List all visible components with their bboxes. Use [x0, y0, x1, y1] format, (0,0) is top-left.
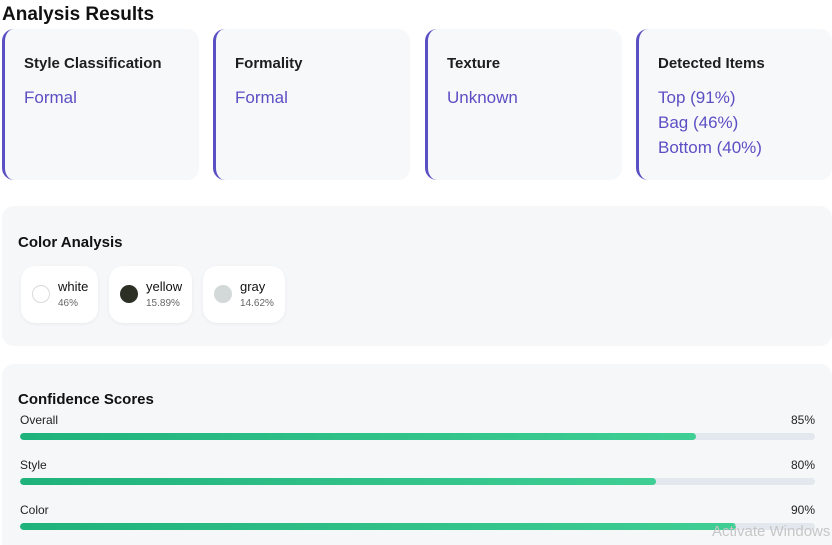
color-swatch	[32, 285, 50, 303]
card-detected-items: Detected Items Top (91%) Bag (46%) Botto…	[636, 29, 832, 180]
card-title: Formality	[235, 55, 303, 72]
color-swatch	[120, 285, 138, 303]
detected-item: Top (91%)	[658, 88, 736, 107]
color-percent: 14.62%	[240, 298, 274, 309]
color-chip-yellow: yellow 15.89%	[109, 266, 192, 323]
card-values: Unknown	[447, 85, 518, 110]
progress-fill-color	[20, 523, 736, 530]
score-percent-color: 90%	[790, 503, 815, 517]
card-texture: Texture Unknown	[425, 29, 622, 180]
confidence-title: Confidence Scores	[18, 391, 154, 408]
progress-track-style	[20, 478, 815, 485]
card-values: Formal	[235, 85, 288, 110]
score-percent-style: 80%	[790, 458, 815, 472]
card-value: Formal	[235, 88, 288, 107]
color-percent: 15.89%	[146, 298, 180, 309]
score-label-style: Style	[20, 458, 47, 472]
progress-fill-overall	[20, 433, 696, 440]
progress-fill-style	[20, 478, 656, 485]
detected-item: Bottom (40%)	[658, 138, 762, 157]
activate-windows-watermark: Activate Windows	[712, 523, 831, 540]
card-formality: Formality Formal	[213, 29, 410, 180]
color-analysis-title: Color Analysis	[18, 234, 123, 251]
color-swatch	[214, 285, 232, 303]
score-percent-overall: 85%	[790, 413, 815, 427]
detected-item: Bag (46%)	[658, 113, 739, 132]
progress-track-color	[20, 523, 815, 530]
card-title: Style Classification	[24, 55, 162, 72]
color-name: white	[58, 279, 89, 294]
card-title: Detected Items	[658, 55, 765, 72]
color-percent: 46%	[58, 298, 79, 309]
color-name: yellow	[146, 279, 183, 294]
color-chip-gray: gray 14.62%	[203, 266, 285, 323]
score-label-overall: Overall	[20, 413, 59, 427]
page-title: Analysis Results	[2, 4, 155, 25]
card-title: Texture	[447, 55, 501, 72]
color-chip-white: white 46%	[21, 266, 98, 323]
card-values: Top (91%) Bag (46%) Bottom (40%)	[658, 85, 762, 160]
color-name: gray	[240, 279, 266, 294]
card-value: Formal	[24, 88, 77, 107]
score-label-color: Color	[20, 503, 49, 517]
card-value: Unknown	[447, 88, 518, 107]
card-values: Formal	[24, 85, 77, 110]
progress-track-overall	[20, 433, 815, 440]
card-style-classification: Style Classification Formal	[2, 29, 199, 180]
